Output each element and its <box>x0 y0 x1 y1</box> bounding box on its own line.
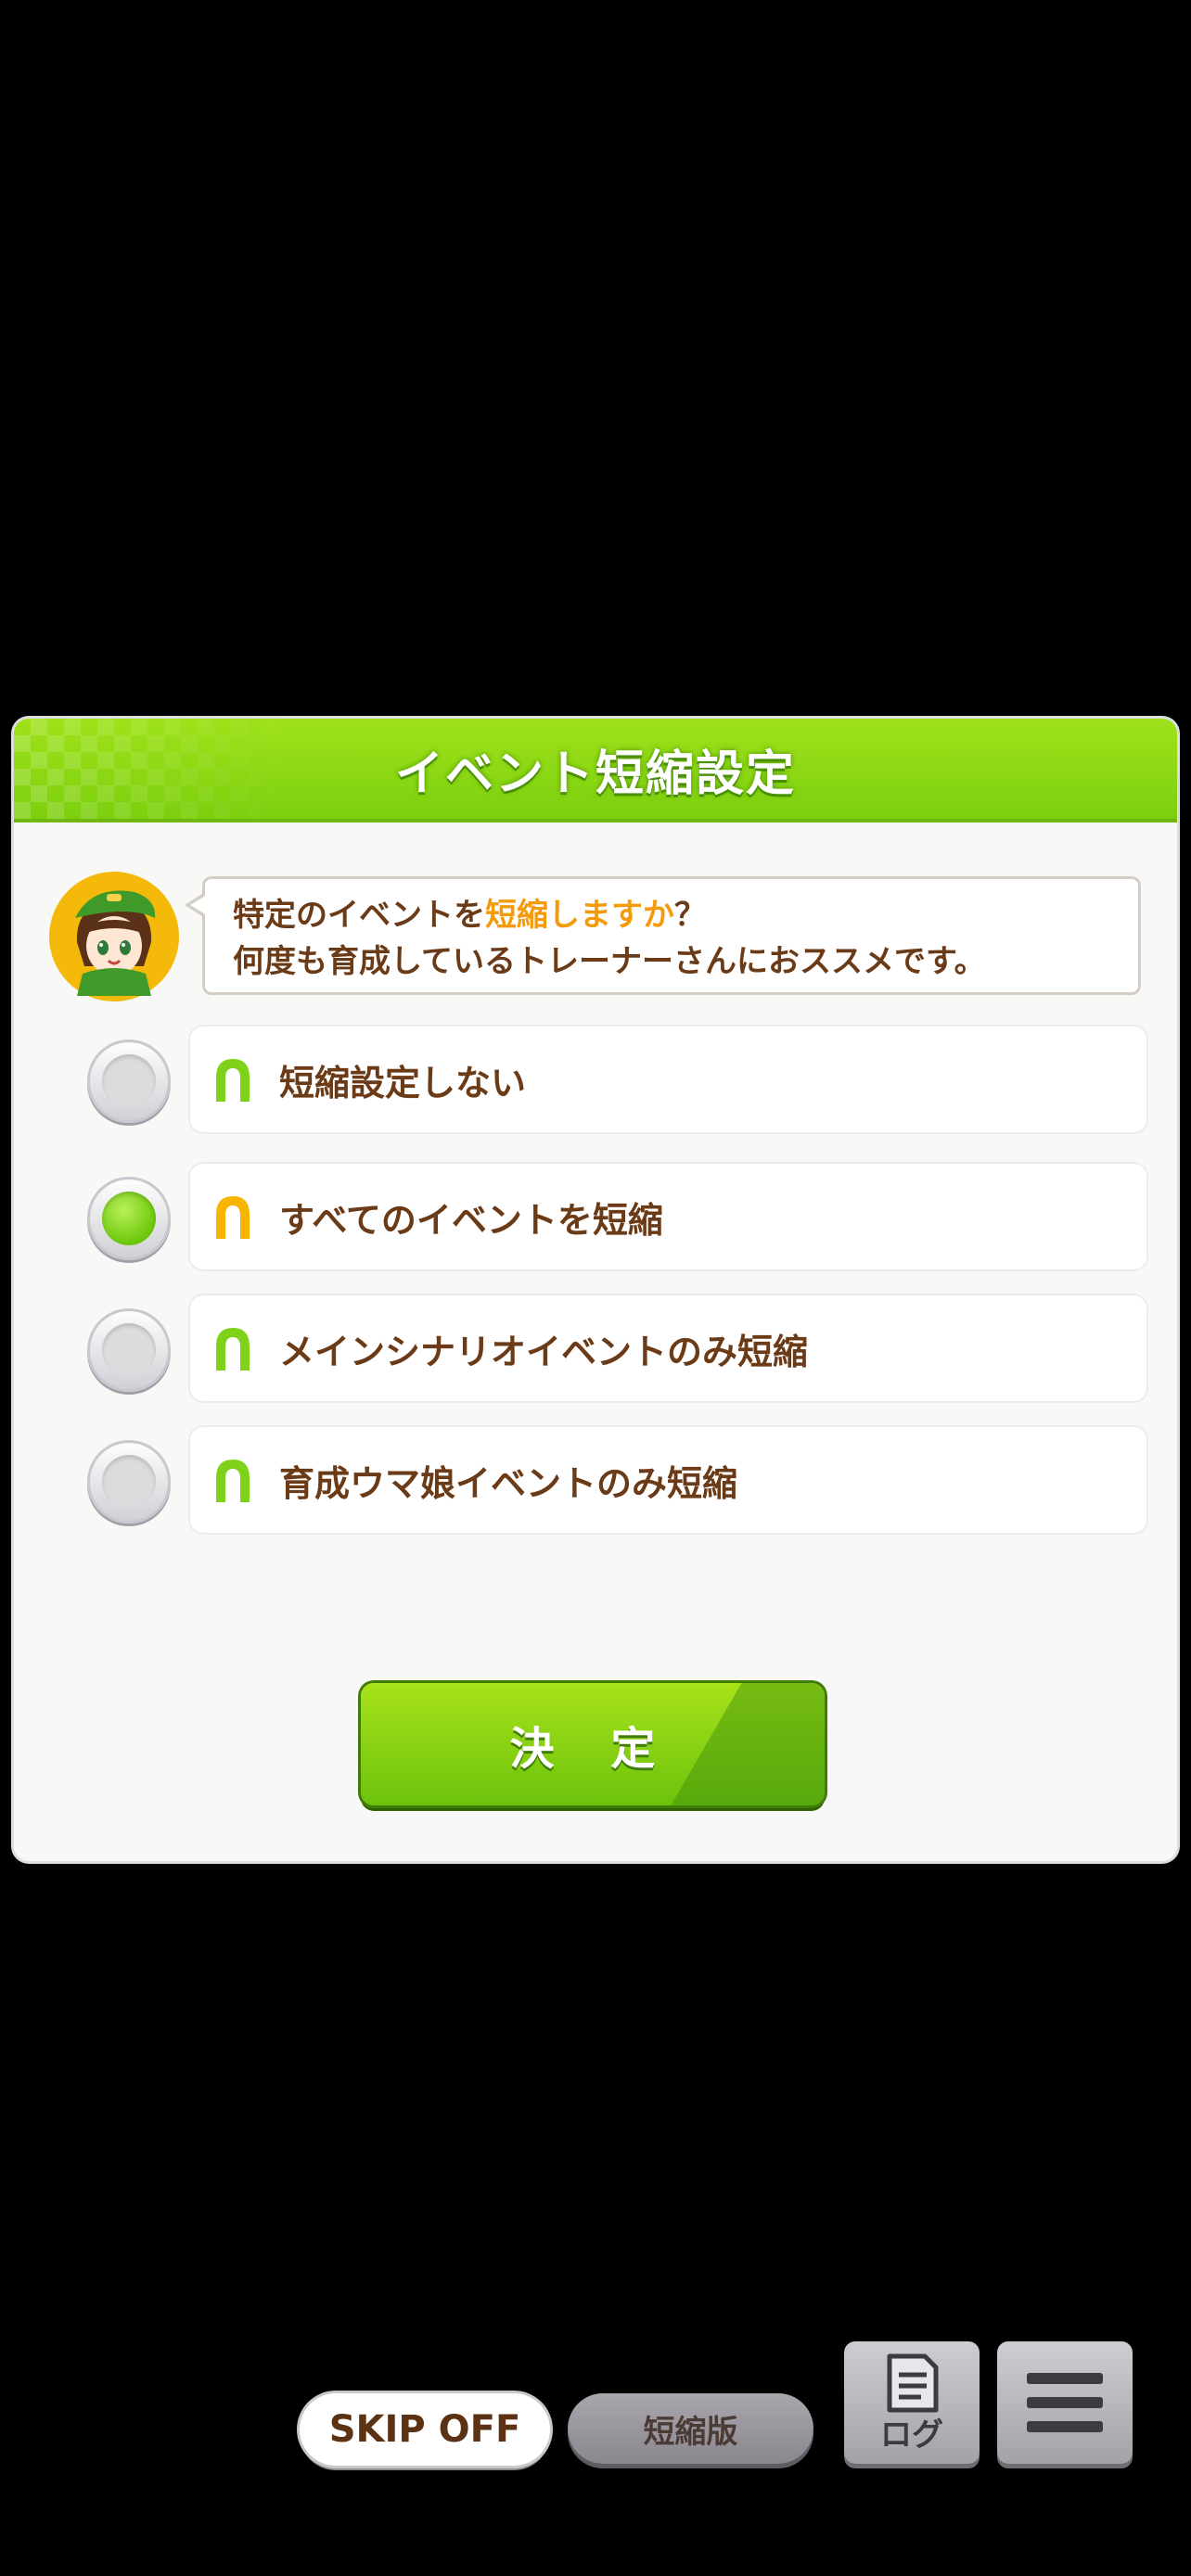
option-label: 育成ウマ娘イベントのみ短縮 <box>279 1462 738 1504</box>
horseshoe-green-icon <box>216 1328 250 1371</box>
option-radio[interactable] <box>87 1177 171 1260</box>
log-document-icon <box>887 2353 939 2413</box>
radio-dot <box>102 1323 156 1377</box>
menu-bar-icon <box>1027 2397 1103 2408</box>
horseshoe-green-icon <box>216 1460 250 1502</box>
skip-toggle-button[interactable]: SKIP OFF <box>300 2393 550 2466</box>
option-card[interactable]: メインシナリオイベントのみ短縮 <box>190 1295 1146 1401</box>
message-highlight: 短縮しますか <box>485 897 674 934</box>
option-label: 短縮設定しない <box>279 1062 527 1103</box>
radio-dot <box>102 1455 156 1509</box>
menu-bar-icon <box>1027 2421 1103 2432</box>
option-row[interactable]: 育成ウマ娘イベントのみ短縮 <box>72 1427 1148 1537</box>
horseshoe-gold-icon <box>216 1196 250 1239</box>
message-question-mark: ？ <box>674 897 706 934</box>
dialog-header: イベント短縮設定 <box>14 719 1177 819</box>
horseshoe-green-icon <box>216 1059 250 1102</box>
radio-dot <box>102 1192 156 1245</box>
option-label: すべてのイベントを短縮 <box>279 1199 663 1241</box>
radio-dot <box>102 1054 156 1108</box>
event-shortening-dialog: イベント短縮設定 特定のイベントを短縮しますか？ 何度も育成しているトレーナーさ… <box>14 719 1177 1861</box>
log-button[interactable]: ログ <box>844 2341 980 2464</box>
log-label: ログ <box>880 2417 943 2454</box>
option-row[interactable]: 短縮設定しない <box>72 1027 1148 1136</box>
header-divider <box>14 819 1177 823</box>
short-version-button[interactable]: 短縮版 <box>568 2393 813 2464</box>
speech-bubble: 特定のイベントを短縮しますか？ 何度も育成しているトレーナーさんにおススメです。 <box>185 876 1141 995</box>
header-pattern <box>14 719 292 819</box>
confirm-button[interactable]: 決 定 <box>361 1683 825 1805</box>
message-line-2: 何度も育成しているトレーナーさんにおススメです。 <box>233 943 986 980</box>
option-radio[interactable] <box>87 1440 171 1524</box>
message-line-1: 特定のイベントを短縮しますか？ <box>233 892 1110 938</box>
option-card[interactable]: 短縮設定しない <box>190 1027 1146 1132</box>
option-card[interactable]: すべてのイベントを短縮 <box>190 1164 1146 1269</box>
option-row[interactable]: すべてのイベントを短縮 <box>72 1164 1148 1273</box>
option-label: メインシナリオイベントのみ短縮 <box>279 1331 809 1372</box>
menu-button[interactable] <box>997 2341 1133 2464</box>
option-radio[interactable] <box>87 1308 171 1392</box>
confirm-label: 決 定 <box>509 1723 676 1775</box>
message-text: 特定のイベントを <box>233 897 485 934</box>
option-card[interactable]: 育成ウマ娘イベントのみ短縮 <box>190 1427 1146 1533</box>
dialog-title: イベント短縮設定 <box>394 746 796 802</box>
character-portrait-icon <box>57 879 172 996</box>
character-avatar <box>49 872 179 1001</box>
option-radio[interactable] <box>87 1039 171 1123</box>
menu-bar-icon <box>1027 2373 1103 2384</box>
option-row[interactable]: メインシナリオイベントのみ短縮 <box>72 1295 1148 1405</box>
